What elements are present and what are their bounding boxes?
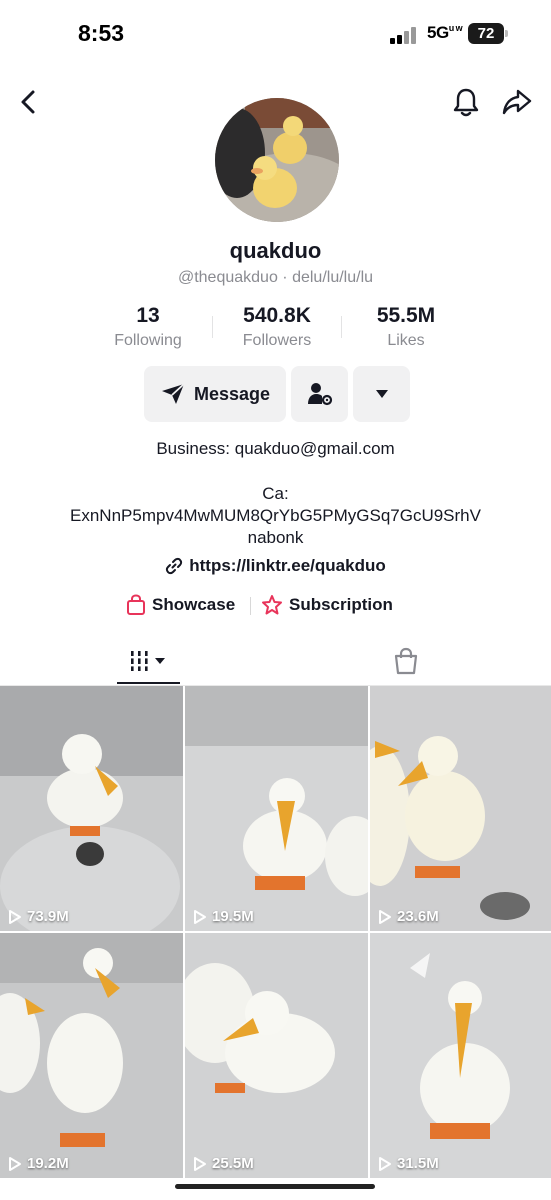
- view-count: 19.2M: [8, 1155, 69, 1172]
- stat-followers[interactable]: 540.8K Followers: [212, 304, 342, 350]
- user-gear-icon: [307, 383, 332, 406]
- notification-button[interactable]: [448, 84, 484, 120]
- subscription-link[interactable]: Subscription: [261, 594, 393, 616]
- play-icon: [379, 1156, 391, 1171]
- video-thumbnail[interactable]: 19.5M: [185, 686, 368, 931]
- bio-business: Business: quakduo@gmail.com: [156, 439, 395, 458]
- view-count: 25.5M: [193, 1155, 254, 1172]
- tab-videos[interactable]: [117, 636, 180, 686]
- bio-ca-address: ExnNnP5mpv4MwMUM8QrYbG5PMyGSq7GcU9SrhV: [70, 506, 481, 525]
- duck-photo: [0, 933, 183, 1178]
- stat-label: Followers: [242, 332, 312, 349]
- battery-level: 72: [468, 23, 504, 44]
- play-icon: [194, 1156, 206, 1171]
- stat-label: Following: [114, 332, 182, 349]
- view-count: 73.9M: [8, 908, 69, 925]
- chevron-left-icon: [21, 90, 35, 114]
- duck-photo: [185, 933, 368, 1178]
- subscription-label: Subscription: [289, 595, 393, 614]
- divider: [250, 597, 251, 615]
- message-button-label: Message: [193, 383, 271, 404]
- video-thumbnail[interactable]: 23.6M: [370, 686, 551, 931]
- handle-row: @thequakduo · delu/lu/lu/lu: [0, 269, 551, 287]
- back-button[interactable]: [10, 84, 46, 120]
- video-thumbnail[interactable]: 19.2M: [0, 933, 183, 1178]
- stat-label: Likes: [387, 332, 425, 349]
- stat-value: 55.5M: [376, 304, 436, 327]
- active-tab-indicator: [117, 682, 180, 684]
- play-icon: [9, 909, 21, 924]
- bio-ca-label: Ca:: [262, 484, 289, 503]
- pronouns: delu/lu/lu/lu: [292, 269, 374, 286]
- profile-tabs: [0, 636, 551, 686]
- star-badge-icon: [262, 595, 282, 615]
- display-name: quakduo: [229, 238, 322, 263]
- duck-photo: [370, 686, 551, 931]
- username: @thequakduo: [177, 269, 278, 286]
- status-bar: 8:53 5Gu w 72: [0, 0, 551, 70]
- play-icon: [379, 909, 391, 924]
- shopping-bag-icon: [127, 594, 145, 615]
- avatar-image: [215, 98, 339, 222]
- stat-following[interactable]: 13 Following: [83, 304, 213, 350]
- play-icon: [9, 1156, 21, 1171]
- more-options-button[interactable]: [353, 366, 410, 422]
- grid-bars-icon: [128, 651, 165, 671]
- video-thumbnail[interactable]: 25.5M: [185, 933, 368, 1178]
- avatar[interactable]: [215, 98, 339, 222]
- profile-link[interactable]: https://linktr.ee/quakduo: [0, 556, 551, 576]
- add-friend-button[interactable]: [291, 366, 348, 422]
- showcase-label: Showcase: [152, 595, 236, 614]
- battery-icon: 72: [468, 23, 508, 44]
- home-indicator: [175, 1184, 375, 1189]
- signal-icon: [390, 26, 420, 44]
- view-count: 23.6M: [378, 908, 439, 925]
- caret-down-icon: [375, 390, 388, 398]
- network-indicator: 5Gu w: [427, 23, 463, 42]
- duck-photo: [370, 933, 551, 1178]
- video-thumbnail[interactable]: 73.9M: [0, 686, 183, 931]
- share-button[interactable]: [499, 84, 535, 120]
- stat-value: 13: [136, 304, 160, 327]
- send-icon: [161, 383, 185, 404]
- bell-icon: [453, 88, 479, 117]
- view-count: 19.5M: [193, 908, 254, 925]
- duck-photo: [0, 686, 183, 931]
- feature-row: Showcase Subscription: [0, 594, 551, 618]
- link-icon: [166, 557, 183, 575]
- status-time: 8:53: [78, 20, 125, 46]
- message-button[interactable]: Message: [144, 366, 286, 422]
- bio-ca-address-cont: nabonk: [247, 528, 304, 547]
- view-count: 31.5M: [378, 1155, 439, 1172]
- shopping-bag-icon: [394, 647, 417, 675]
- share-arrow-icon: [502, 89, 532, 115]
- profile-link-text: https://linktr.ee/quakduo: [189, 556, 386, 575]
- stat-likes[interactable]: 55.5M Likes: [341, 304, 471, 350]
- play-icon: [194, 909, 206, 924]
- duck-photo: [185, 686, 368, 931]
- showcase-link[interactable]: Showcase: [126, 594, 235, 616]
- video-thumbnail[interactable]: 31.5M: [370, 933, 551, 1178]
- separator: ·: [282, 269, 288, 286]
- tab-shop[interactable]: [374, 636, 437, 686]
- stat-value: 540.8K: [243, 304, 311, 327]
